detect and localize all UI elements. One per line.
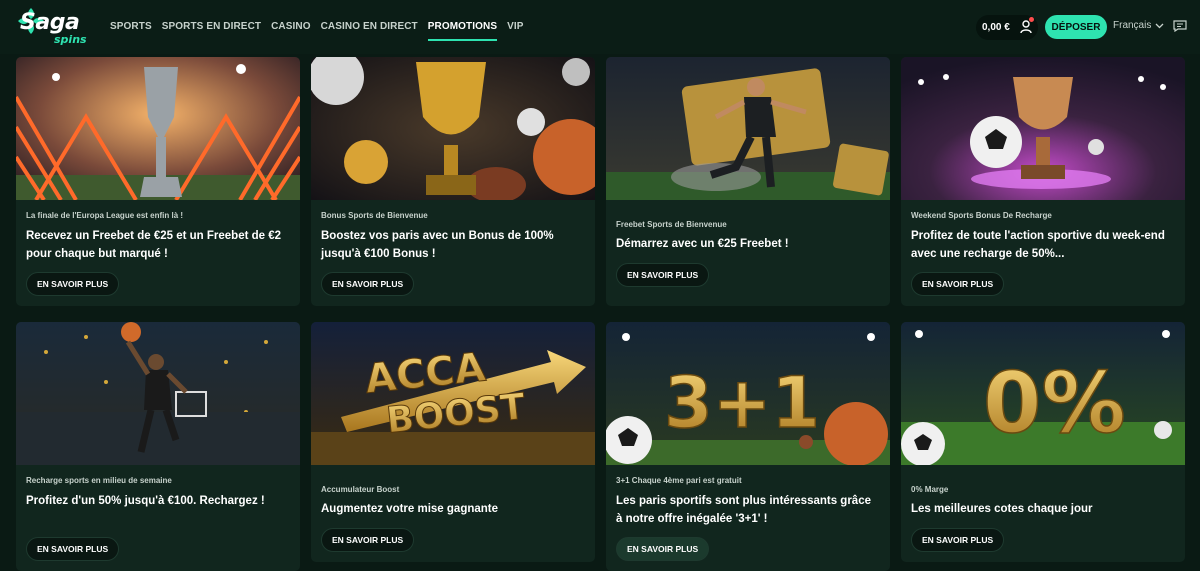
nav-vip[interactable]: VIP bbox=[507, 0, 523, 54]
nav-casino-live[interactable]: CASINO EN DIRECT bbox=[321, 0, 418, 54]
promo-title: Les paris sportifs sont plus intéressant… bbox=[616, 495, 871, 525]
promo-title: Profitez de toute l'action sportive du w… bbox=[911, 230, 1165, 260]
promo-image-zero-percent: 0% bbox=[901, 322, 1185, 465]
promo-title: Augmentez votre mise gagnante bbox=[321, 503, 499, 515]
promo-image-three-plus-one: 3+1 bbox=[606, 322, 890, 465]
promo-image-europa-trophy bbox=[16, 57, 300, 200]
nav-sports-live[interactable]: SPORTS EN DIRECT bbox=[162, 0, 261, 54]
balance-pill[interactable]: 0,00 € bbox=[976, 15, 1038, 40]
learn-more-button[interactable]: EN SAVOIR PLUS bbox=[321, 272, 415, 296]
logo-main-text: Saga bbox=[20, 10, 80, 35]
promo-card-europa[interactable]: La finale de l'Europa League est enfin l… bbox=[16, 57, 300, 306]
notification-dot bbox=[1029, 17, 1034, 22]
main-nav: SPORTS SPORTS EN DIRECT CASINO CASINO EN… bbox=[110, 0, 534, 54]
promo-image-basketball bbox=[16, 322, 300, 465]
promo-title: Profitez d'un 50% jusqu'à €100. Recharge… bbox=[26, 495, 265, 507]
promo-subtitle: Recharge sports en milieu de semaine bbox=[26, 476, 172, 485]
promo-title: Les meilleures cotes chaque jour bbox=[911, 503, 1093, 515]
three-plus-one-image-text: 3+1 bbox=[664, 362, 820, 444]
promo-subtitle: 3+1 Chaque 4ème pari est gratuit bbox=[616, 476, 742, 485]
promo-card-welcome-bonus[interactable]: Bonus Sports de Bienvenue Boostez vos pa… bbox=[311, 57, 595, 306]
promo-image-acca-boost: ACCA BOOST bbox=[311, 322, 595, 465]
promo-card-acca-boost[interactable]: ACCA BOOST Accumulateur Boost Augmentez … bbox=[311, 322, 595, 562]
promo-subtitle: 0% Marge bbox=[911, 485, 949, 494]
promo-card-midweek-reload[interactable]: Recharge sports en milieu de semaine Pro… bbox=[16, 322, 300, 571]
saga-spins-logo[interactable]: Saga spins bbox=[16, 6, 94, 50]
language-selector[interactable]: Français bbox=[1113, 20, 1164, 31]
learn-more-button[interactable]: EN SAVOIR PLUS bbox=[616, 537, 710, 561]
balance-amount: 0,00 € bbox=[982, 22, 1010, 33]
nav-sports[interactable]: SPORTS bbox=[110, 0, 152, 54]
promo-subtitle: La finale de l'Europa League est enfin l… bbox=[26, 211, 184, 220]
promo-image-gold-trophy bbox=[311, 57, 595, 200]
promo-image-trophy-football bbox=[901, 57, 1185, 200]
learn-more-button[interactable]: EN SAVOIR PLUS bbox=[26, 537, 120, 561]
promo-subtitle: Freebet Sports de Bienvenue bbox=[616, 220, 727, 229]
promo-title: Recevez un Freebet de €25 et un Freebet … bbox=[26, 230, 282, 260]
logo-sub-text: spins bbox=[54, 33, 87, 46]
learn-more-button[interactable]: EN SAVOIR PLUS bbox=[321, 528, 415, 552]
learn-more-button[interactable]: EN SAVOIR PLUS bbox=[911, 528, 1005, 552]
promo-image-footballer bbox=[606, 57, 890, 200]
zero-percent-image-text: 0% bbox=[983, 354, 1126, 452]
learn-more-button[interactable]: EN SAVOIR PLUS bbox=[911, 272, 1005, 296]
language-label: Français bbox=[1113, 20, 1152, 31]
promo-card-three-plus-one[interactable]: 3+1 3+1 Chaque 4ème pari est gratuit Les… bbox=[606, 322, 890, 571]
promo-card-freebet[interactable]: Freebet Sports de Bienvenue Démarrez ave… bbox=[606, 57, 890, 306]
user-icon[interactable] bbox=[1020, 20, 1032, 34]
learn-more-button[interactable]: EN SAVOIR PLUS bbox=[26, 272, 120, 296]
promo-title: Démarrez avec un €25 Freebet ! bbox=[616, 238, 789, 250]
promo-card-weekend-reload[interactable]: Weekend Sports Bonus De Recharge Profite… bbox=[901, 57, 1185, 306]
deposit-button[interactable]: DÉPOSER bbox=[1045, 15, 1107, 39]
nav-promotions[interactable]: PROMOTIONS bbox=[427, 0, 498, 54]
chevron-down-icon bbox=[1155, 23, 1164, 28]
nav-casino[interactable]: CASINO bbox=[271, 0, 311, 54]
promo-subtitle: Weekend Sports Bonus De Recharge bbox=[911, 211, 1052, 220]
promo-title: Boostez vos paris avec un Bonus de 100% … bbox=[321, 230, 554, 260]
top-bar: Saga spins SPORTS SPORTS EN DIRECT CASIN… bbox=[0, 0, 1200, 54]
learn-more-button[interactable]: EN SAVOIR PLUS bbox=[616, 263, 710, 287]
promo-card-zero-margin[interactable]: 0% 0% Marge Les meilleures cotes chaque … bbox=[901, 322, 1185, 562]
chat-icon[interactable] bbox=[1173, 20, 1187, 32]
promo-subtitle: Bonus Sports de Bienvenue bbox=[321, 211, 428, 220]
promo-subtitle: Accumulateur Boost bbox=[321, 485, 400, 494]
